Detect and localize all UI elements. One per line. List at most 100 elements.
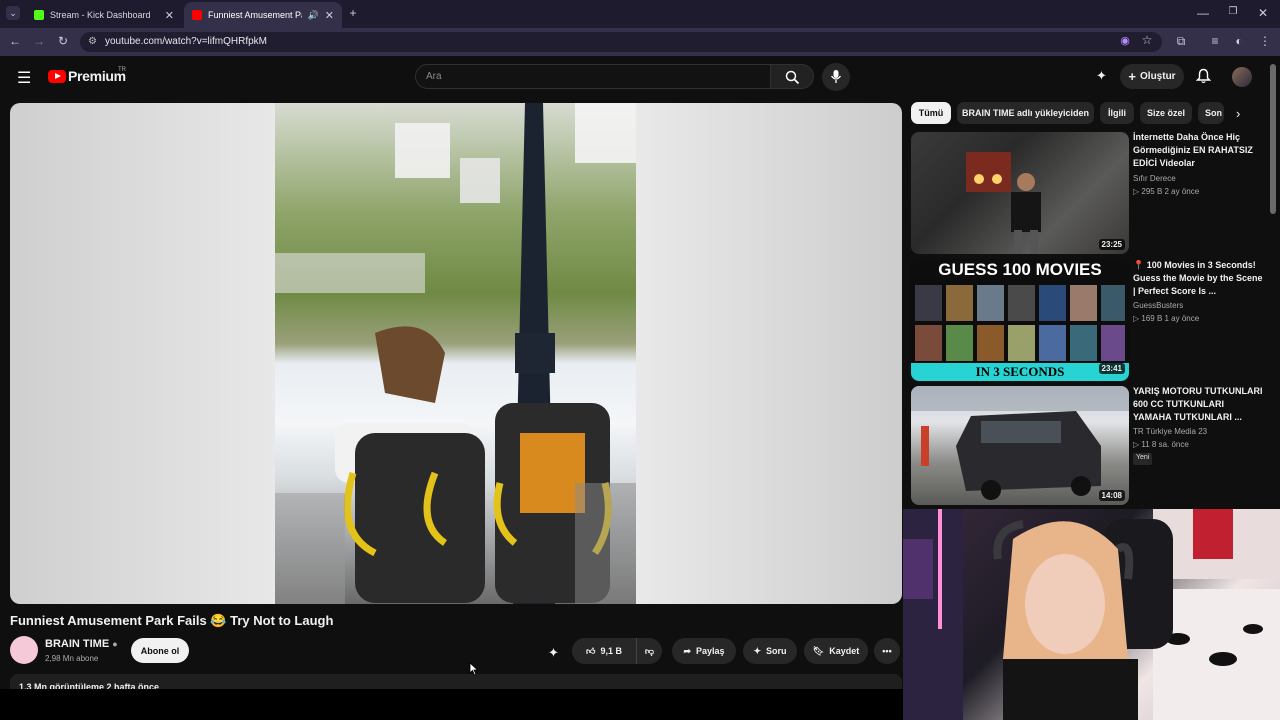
close-tab-icon[interactable]: ✕ <box>165 9 174 22</box>
channel-avatar[interactable] <box>10 636 38 664</box>
tab-title: Funniest Amusement Park I <box>208 10 302 20</box>
video-frame <box>275 103 636 604</box>
dislike-button[interactable]: 👎︎ <box>636 638 662 664</box>
channel-name-text: BRAIN TIME <box>45 638 110 650</box>
browser-tab-strip: ⌄ Stream - Kick Dashboard ✕ Funniest Amu… <box>0 0 1280 28</box>
site-info-icon[interactable]: ⚙ <box>88 36 97 47</box>
subscriber-count: 2,98 Mn abone <box>45 654 99 663</box>
rec-meta: ▷ 295 B 2 ay önce <box>1133 187 1200 196</box>
microphone-icon <box>830 70 842 83</box>
chip-all[interactable]: Tümü <box>911 102 951 124</box>
rec-thumbnail[interactable]: 14:08 <box>911 386 1129 505</box>
new-tab-icon[interactable]: + <box>346 6 360 20</box>
thumb-subheadline: IN 3 SECONDS <box>911 363 1129 381</box>
rec-meta: ▷ 11 8 sa. önce <box>1133 440 1189 449</box>
video-player[interactable] <box>10 103 902 604</box>
browser-toolbar: ← → ↻ ⚙ youtube.com/watch?v=lifmQHRfpkM … <box>0 28 1280 56</box>
rec-duration: 23:41 <box>1098 363 1125 374</box>
notifications-bell-icon[interactable] <box>1196 68 1211 84</box>
bookmark-star-icon[interactable]: ☆ <box>1140 33 1154 47</box>
chip-from-uploader[interactable]: BRAIN TIME adlı yükleyiciden <box>957 102 1094 124</box>
rec-meta: ▷ 169 B 1 ay önce <box>1133 314 1200 323</box>
extensions-puzzle-icon[interactable]: ⧉ <box>1174 34 1188 49</box>
rec-channel[interactable]: GuessBusters <box>1133 301 1183 310</box>
webcam-image <box>903 509 1280 720</box>
save-button[interactable]: 🔖︎ Kaydet <box>804 638 868 664</box>
sparkle-icon: ✦ <box>753 645 762 656</box>
address-bar[interactable]: ⚙ youtube.com/watch?v=lifmQHRfpkM <box>80 32 1162 52</box>
tab-title: Stream - Kick Dashboard <box>50 10 151 20</box>
mouse-cursor-icon <box>469 662 479 676</box>
hamburger-menu-icon[interactable]: ☰ <box>17 68 31 88</box>
chip-recent[interactable]: Son <box>1198 102 1224 124</box>
create-label: Oluştur <box>1140 71 1176 82</box>
channel-name[interactable]: BRAIN TIME ● <box>45 638 118 650</box>
like-count: 9,1 B <box>600 646 622 656</box>
video-content-image <box>275 103 636 604</box>
share-arrow-icon: ➦ <box>683 645 691 656</box>
rec-thumbnail-image <box>966 152 1041 254</box>
url-text: youtube.com/watch?v=lifmQHRfpkM <box>105 36 268 47</box>
tab-kick-dashboard[interactable]: Stream - Kick Dashboard ✕ <box>26 2 182 28</box>
reload-icon[interactable]: ↻ <box>56 34 70 48</box>
forward-icon[interactable]: → <box>32 34 46 48</box>
share-button[interactable]: ➦ Paylaş <box>672 638 736 664</box>
tab-search-icon[interactable]: ⌄ <box>6 6 20 20</box>
ask-label: Soru <box>766 646 787 656</box>
rec-channel[interactable]: TR Türkiye Media 23 <box>1133 427 1207 436</box>
profile-icon[interactable]: ◐ <box>1232 34 1246 48</box>
rec-thumbnail-image <box>911 386 1129 500</box>
audio-playing-icon[interactable]: 🔊 <box>308 10 319 21</box>
streamer-webcam-overlay <box>903 509 1280 720</box>
plus-icon: + <box>1128 69 1137 84</box>
minimize-icon[interactable]: — <box>1196 6 1210 20</box>
search-input[interactable]: Ara <box>415 64 771 89</box>
subscribe-button[interactable]: Abone ol <box>131 638 189 663</box>
search-placeholder: Ara <box>426 71 442 82</box>
rec-thumbnail[interactable]: GUESS 100 MOVIES IN 3 SECONDS 23:41 <box>911 259 1129 381</box>
rec-title[interactable]: İnternette Daha Önce Hiç Görmediğiniz EN… <box>1133 131 1263 170</box>
thumbs-down-icon: 👎︎ <box>644 645 655 656</box>
youtube-logo-icon[interactable] <box>48 70 66 83</box>
close-window-icon[interactable]: ✕ <box>1256 6 1270 20</box>
rec-title[interactable]: YARIŞ MOTORU TUTKUNLARI 600 CC TUTKUNLAR… <box>1133 385 1263 424</box>
rec-duration: 23:25 <box>1098 239 1125 250</box>
voice-search-button[interactable] <box>822 63 850 91</box>
back-icon[interactable]: ← <box>8 34 22 48</box>
reaction-icon[interactable]: ✦ <box>548 645 559 661</box>
media-control-icon[interactable]: ≡ <box>1208 34 1222 48</box>
logo-region: TR <box>118 67 126 73</box>
restore-icon[interactable]: ❐ <box>1226 6 1240 17</box>
video-title: Funniest Amusement Park Fails 😂 Try Not … <box>10 613 334 628</box>
chip-related[interactable]: İlgili <box>1100 102 1134 124</box>
close-tab-icon[interactable]: ✕ <box>325 9 334 22</box>
page-scrollbar[interactable] <box>1270 64 1276 214</box>
account-avatar[interactable] <box>1232 67 1252 87</box>
description-box[interactable]: 1,3 Mn görüntüleme 2 hafta önce <box>10 674 902 690</box>
rec-title[interactable]: 📍 100 Movies in 3 Seconds! Guess the Mov… <box>1133 259 1263 298</box>
more-horizontal-icon: ••• <box>882 646 892 656</box>
bookmark-icon: 🔖︎ <box>812 645 825 656</box>
youtube-favicon-icon <box>192 10 202 20</box>
chips-next-chevron-icon[interactable]: › <box>1236 106 1240 121</box>
search-button[interactable] <box>770 64 814 89</box>
save-label: Kaydet <box>829 646 860 656</box>
rec-channel[interactable]: Sıfır Derece <box>1133 174 1176 183</box>
create-button[interactable]: + Oluştur <box>1120 64 1184 89</box>
share-label: Paylaş <box>696 646 725 656</box>
new-badge: Yeni <box>1133 453 1153 465</box>
kick-favicon-icon <box>34 10 44 20</box>
search-icon <box>785 70 800 85</box>
rec-thumbnail[interactable]: 23:25 <box>911 132 1129 254</box>
like-button[interactable]: 👍︎ 9,1 B <box>572 638 636 664</box>
chip-for-you[interactable]: Size özel <box>1140 102 1192 124</box>
thumb-headline: GUESS 100 MOVIES <box>938 260 1102 279</box>
tab-youtube-video[interactable]: Funniest Amusement Park I 🔊 ✕ <box>184 2 342 28</box>
extension-icon[interactable]: ◉ <box>1118 34 1132 47</box>
game-controller-icon[interactable]: ✦ <box>1096 68 1107 84</box>
verified-badge-icon: ● <box>112 639 118 649</box>
movie-grid-image <box>915 285 1125 361</box>
browser-menu-icon[interactable]: ⋮ <box>1258 34 1272 48</box>
ask-button[interactable]: ✦ Soru <box>743 638 797 664</box>
more-actions-button[interactable]: ••• <box>874 638 900 664</box>
